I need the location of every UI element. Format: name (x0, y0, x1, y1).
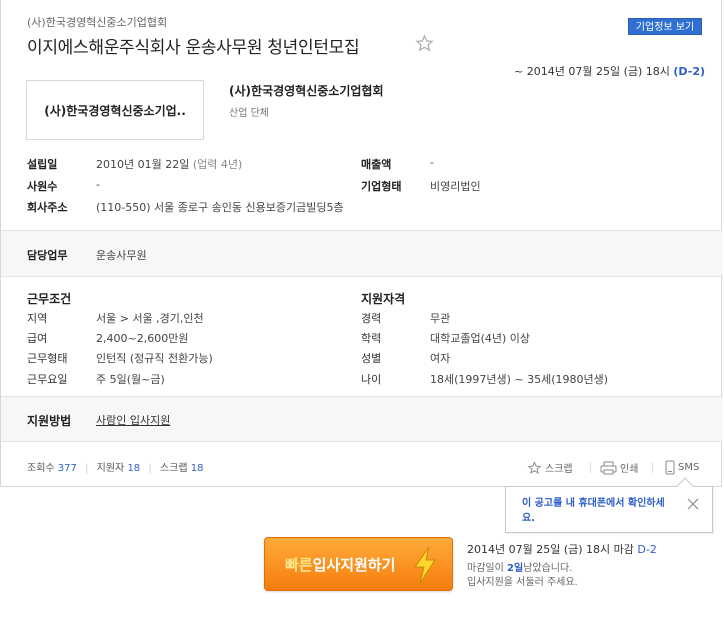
stats-separator: | (148, 463, 152, 474)
condition-label: 지역 (27, 312, 48, 325)
founded-date: 2010년 01월 22일 (96, 158, 190, 171)
divider (1, 396, 723, 397)
sales-label: 매출액 (361, 158, 392, 171)
founded-label: 설립일 (27, 158, 58, 171)
condition-value: 2,400~2,600만원 (96, 332, 189, 345)
qualification-value: 여자 (430, 352, 451, 365)
sms-label: SMS (678, 462, 700, 473)
divider (1, 276, 723, 277)
tooltip-text: 이 공고를 내 휴대폰에서 확인하세요. (522, 498, 665, 524)
remaining-days: 마감일이 2일남았습니다. (467, 559, 572, 574)
tool-separator (652, 462, 653, 473)
sales-value: - (430, 156, 434, 169)
founded-value: 2010년 01월 22일 (업력 4년) (96, 156, 242, 172)
printer-icon (600, 461, 617, 474)
divider (1, 441, 723, 442)
address-value: (110-550) 서울 종로구 송인동 신용보증기금빌딩5층 (96, 201, 344, 214)
employees-value: - (96, 178, 100, 191)
quick-apply-button[interactable]: 빠른 입사지원하기 (264, 537, 453, 591)
condition-value: 인턴직 (정규직 전환가능) (96, 352, 213, 365)
tool-separator (590, 462, 591, 473)
conditions-title: 근무조건 (27, 292, 72, 306)
bottom-deadline: 2014년 07월 25일 (금) 18시 마감 D-2 (467, 541, 657, 557)
bottom-deadline-date: 2014년 07월 25일 (금) 18시 마감 (467, 543, 634, 556)
qualification-label: 경력 (361, 312, 382, 325)
qualification-label: 학력 (361, 332, 382, 345)
phone-icon (665, 460, 675, 475)
print-label: 인쇄 (620, 464, 639, 475)
dday-badge: (D-2) (673, 65, 705, 78)
apply-method-link[interactable]: 사람인 입사지원 (96, 412, 170, 428)
sms-tooltip: 이 공고를 내 휴대폰에서 확인하세요. (505, 477, 713, 533)
qualification-value: 무관 (430, 312, 451, 325)
posting-stats: 조회수 377 | 지원자 18 | 스크랩 18 (27, 459, 203, 474)
stats-separator: | (85, 463, 89, 474)
job-posting-card: (사)한국경영혁신중소기업협회 기업정보 보기 이지에스해운주식회사 운송사무원… (0, 0, 723, 487)
views-count: 377 (57, 463, 77, 474)
company-info-button[interactable]: 기업정보 보기 (628, 18, 702, 35)
scrap-button[interactable]: 스크랩 (527, 460, 573, 475)
duty-label: 담당업무 (27, 249, 68, 262)
condition-label: 근무요일 (27, 373, 68, 386)
star-icon[interactable] (415, 34, 434, 53)
qualifications-title: 지원자격 (361, 292, 406, 306)
bottom-dday: D-2 (637, 543, 657, 556)
company-form-label: 기업형태 (361, 180, 402, 193)
job-title: 이지에스해운주식회사 운송사무원 청년인턴모집 (27, 38, 360, 58)
condition-label: 근무형태 (27, 352, 68, 365)
print-button[interactable]: 인쇄 (600, 460, 638, 475)
founded-age: (업력 4년) (192, 158, 243, 171)
scraps-label: 스크랩 (159, 463, 188, 474)
condition-value: 주 5일(월~금) (96, 373, 165, 386)
lightning-bolt-icon (414, 546, 436, 584)
apply-method-label: 지원방법 (27, 414, 72, 428)
star-outline-icon (527, 460, 542, 474)
views-label: 조회수 (27, 463, 55, 474)
deadline: ~ 2014년 07월 25일 (금) 18시 (D-2) (514, 63, 705, 79)
qualification-label: 나이 (361, 373, 382, 386)
hurry-message: 입사지원을 서둘러 주세요. (467, 577, 578, 588)
company-name-top[interactable]: (사)한국경영혁신중소기업협회 (27, 14, 167, 30)
company-logo[interactable]: (사)한국경영혁신중소기업.. (26, 80, 204, 140)
qualification-label: 성별 (361, 352, 382, 365)
quick-apply-highlight: 빠른 (285, 555, 313, 574)
company-form-value: 비영리법인 (430, 180, 481, 193)
applicants-label: 지원자 (96, 463, 125, 474)
qualification-value: 대학교졸업(4년) 이상 (430, 332, 531, 345)
scraps-count: 18 (190, 463, 204, 474)
condition-label: 급여 (27, 332, 48, 345)
close-icon[interactable] (686, 497, 700, 511)
quick-apply-label: 입사지원하기 (312, 555, 396, 574)
divider (1, 230, 723, 231)
company-name[interactable]: (사)한국경영혁신중소기업협회 (229, 82, 384, 99)
employees-label: 사원수 (27, 180, 58, 193)
qualification-value: 18세(1997년생) ~ 35세(1980년생) (430, 373, 609, 386)
deadline-date: ~ 2014년 07월 25일 (금) 18시 (514, 65, 670, 78)
applicants-count: 18 (127, 463, 141, 474)
duty-value: 운송사무원 (96, 249, 147, 262)
scrap-label: 스크랩 (545, 464, 573, 475)
company-type: 산업 단체 (229, 108, 269, 119)
condition-value: 서울 > 서울 ,경기,인천 (96, 312, 204, 325)
company-logo-text: (사)한국경영혁신중소기업.. (44, 103, 186, 118)
sms-button[interactable]: SMS (665, 460, 699, 475)
address-label: 회사주소 (27, 201, 68, 214)
